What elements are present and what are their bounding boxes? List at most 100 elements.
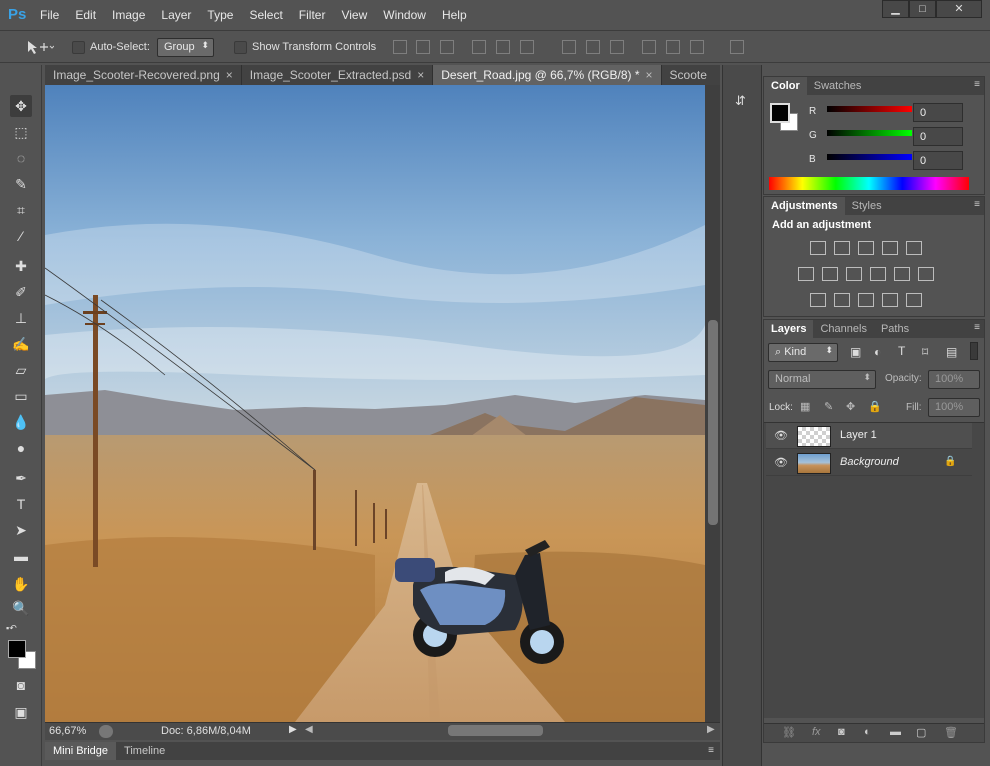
hue-saturation-icon[interactable] <box>798 267 814 281</box>
menu-image[interactable]: Image <box>104 0 153 30</box>
opacity-field[interactable]: 100% <box>928 370 980 389</box>
green-value-field[interactable]: 0 <box>913 127 963 146</box>
auto-align-icon[interactable] <box>730 40 744 54</box>
maximize-button[interactable]: □ <box>909 0 936 18</box>
history-brush-tool-icon[interactable]: ✍ <box>10 333 32 355</box>
shape-tool-icon[interactable]: ▬ <box>10 545 32 567</box>
exposure-icon[interactable] <box>882 241 898 255</box>
delete-layer-icon[interactable]: 🗑 <box>944 726 958 739</box>
gradient-map-icon[interactable] <box>906 293 922 307</box>
tab-adjustments[interactable]: Adjustments <box>764 197 845 215</box>
eye-icon[interactable]: 👁 <box>774 429 788 442</box>
lock-all-icon[interactable]: 🔒 <box>868 400 882 413</box>
close-icon[interactable]: × <box>417 68 424 82</box>
zoom-level[interactable]: 66,67% <box>49 725 86 737</box>
fill-field[interactable]: 100% <box>928 398 980 417</box>
menu-layer[interactable]: Layer <box>153 0 199 30</box>
path-select-tool-icon[interactable]: ➤ <box>10 519 32 541</box>
align-left-icon[interactable] <box>472 40 486 54</box>
pen-tool-icon[interactable]: ✒ <box>10 467 32 489</box>
horizontal-scroll-thumb[interactable] <box>448 725 543 736</box>
close-button[interactable]: ✕ <box>936 0 982 18</box>
distribute-bottom-icon[interactable] <box>610 40 624 54</box>
auto-select-checkbox[interactable] <box>72 41 85 54</box>
distribute-left-icon[interactable] <box>642 40 656 54</box>
posterize-icon[interactable] <box>834 293 850 307</box>
history-panel-icon[interactable]: ⇵ <box>735 93 746 109</box>
tab-mini-bridge[interactable]: Mini Bridge <box>45 742 117 760</box>
tab-layers[interactable]: Layers <box>764 320 814 338</box>
fx-icon[interactable]: fx <box>812 726 821 738</box>
filter-toggle[interactable] <box>970 342 978 360</box>
move-tool-preset-icon[interactable] <box>26 39 55 55</box>
selective-color-icon[interactable] <box>882 293 898 307</box>
minimize-button[interactable]: ▁ <box>882 0 909 18</box>
menu-type[interactable]: Type <box>199 0 241 30</box>
layer-kind-filter[interactable]: ⌕ Kind ⬍ <box>768 343 838 362</box>
menu-help[interactable]: Help <box>434 0 475 30</box>
default-colors-icon[interactable]: ▪↶ <box>6 623 17 634</box>
tab-scooter[interactable]: Scoote <box>662 65 715 85</box>
clone-stamp-tool-icon[interactable]: ⊥ <box>10 307 32 329</box>
threshold-icon[interactable] <box>858 293 874 307</box>
scroll-right-icon[interactable]: ▶ <box>707 724 715 735</box>
panel-menu-icon[interactable]: ≡ <box>708 742 720 760</box>
tab-image-scooter-recovered[interactable]: Image_Scooter-Recovered.png × <box>45 65 242 85</box>
eyedropper-tool-icon[interactable]: ⁄ <box>10 225 32 247</box>
screen-mode-icon[interactable]: ▣ <box>10 701 32 723</box>
layer-row[interactable]: 👁 Background 🔒 <box>766 450 972 476</box>
eye-icon[interactable]: 👁 <box>774 456 788 469</box>
distribute-hcenter-icon[interactable] <box>666 40 680 54</box>
menu-filter[interactable]: Filter <box>291 0 334 30</box>
hand-tool-icon[interactable]: ✋ <box>10 573 32 595</box>
scroll-left-icon[interactable]: ◀ <box>305 724 313 735</box>
new-adjustment-icon[interactable]: ◐ <box>864 726 871 738</box>
curves-icon[interactable] <box>858 241 874 255</box>
auto-select-dropdown[interactable]: Group ⬍ <box>157 38 214 57</box>
black-white-icon[interactable] <box>846 267 862 281</box>
vibrance-icon[interactable] <box>906 241 922 255</box>
brush-tool-icon[interactable]: ✐ <box>10 281 32 303</box>
levels-icon[interactable] <box>834 241 850 255</box>
align-right-icon[interactable] <box>520 40 534 54</box>
tab-paths[interactable]: Paths <box>874 320 916 338</box>
status-menu-icon[interactable] <box>99 725 113 738</box>
color-ramp[interactable] <box>769 177 969 190</box>
lock-pixels-icon[interactable]: ✎ <box>824 400 833 413</box>
menu-window[interactable]: Window <box>375 0 434 30</box>
crop-tool-icon[interactable]: ⌗ <box>10 199 32 221</box>
smart-object-filter-icon[interactable]: ▤ <box>946 345 957 359</box>
document-canvas[interactable] <box>45 85 705 722</box>
red-slider[interactable] <box>827 106 912 112</box>
adjustment-filter-icon[interactable]: ◐ <box>874 345 881 359</box>
green-slider[interactable] <box>827 130 912 136</box>
menu-file[interactable]: File <box>32 0 67 30</box>
distribute-top-icon[interactable] <box>562 40 576 54</box>
tab-styles[interactable]: Styles <box>845 197 889 215</box>
blue-value-field[interactable]: 0 <box>913 151 963 170</box>
healing-brush-tool-icon[interactable]: ✚ <box>10 255 32 277</box>
tab-desert-road[interactable]: Desert_Road.jpg @ 66,7% (RGB/8) * × <box>433 65 662 85</box>
layer-row[interactable]: 👁 Layer 1 <box>766 423 972 449</box>
color-lookup-icon[interactable] <box>918 267 934 281</box>
panel-menu-icon[interactable]: ≡ <box>974 322 980 333</box>
quick-mask-icon[interactable]: ◙ <box>10 674 32 696</box>
vertical-scroll-thumb[interactable] <box>708 320 718 525</box>
close-icon[interactable]: × <box>646 68 653 82</box>
link-layers-icon[interactable]: ⛓ <box>782 726 796 739</box>
show-transform-checkbox[interactable] <box>234 41 247 54</box>
tab-color[interactable]: Color <box>764 77 807 95</box>
align-top-icon[interactable] <box>393 40 407 54</box>
menu-select[interactable]: Select <box>241 0 290 30</box>
panel-menu-icon[interactable]: ≡ <box>974 199 980 210</box>
lock-position-icon[interactable]: ✥ <box>846 400 855 413</box>
tab-channels[interactable]: Channels <box>813 320 873 338</box>
type-tool-icon[interactable]: T <box>10 493 32 515</box>
lasso-tool-icon[interactable]: ◌ <box>10 147 32 169</box>
channel-mixer-icon[interactable] <box>894 267 910 281</box>
status-arrow-icon[interactable]: ▶ <box>289 724 297 735</box>
brightness-contrast-icon[interactable] <box>810 241 826 255</box>
tab-image-scooter-extracted[interactable]: Image_Scooter_Extracted.psd × <box>242 65 434 85</box>
menu-edit[interactable]: Edit <box>67 0 104 30</box>
blur-tool-icon[interactable]: 💧 <box>10 411 32 433</box>
